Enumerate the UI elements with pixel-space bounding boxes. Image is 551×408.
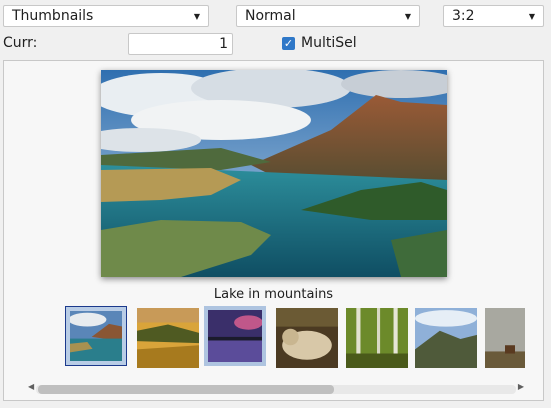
chevron-down-icon: ▼ [193, 11, 200, 21]
chevron-down-icon: ▼ [528, 11, 535, 21]
thumbnail-1[interactable] [65, 306, 127, 366]
chevron-down-icon: ▼ [404, 11, 411, 21]
current-label: Curr: [3, 35, 38, 51]
thumbnail-strip [4, 303, 543, 375]
preview-image[interactable] [101, 70, 447, 277]
scroll-left-icon[interactable]: ◀ [28, 382, 34, 391]
thumbnail-5[interactable] [346, 308, 408, 368]
thumbnail-2[interactable] [137, 308, 199, 368]
view-mode-value: Thumbnails [12, 8, 94, 24]
image-caption: Lake in mountains [213, 287, 334, 302]
thumb-size-value: Normal [245, 8, 296, 24]
thumbnail-7[interactable] [485, 308, 525, 368]
view-mode-dropdown[interactable]: Thumbnails ▼ [3, 5, 209, 27]
multisel-checkbox[interactable]: ✓ MultiSel [282, 35, 357, 51]
gallery-view: Lake in mountains ◀ ▶ [3, 60, 544, 401]
thumb-size-dropdown[interactable]: Normal ▼ [236, 5, 420, 27]
thumbnail-3[interactable] [204, 306, 266, 366]
scroll-right-icon[interactable]: ▶ [518, 382, 524, 391]
current-index-value: 1 [219, 36, 228, 52]
aspect-ratio-dropdown[interactable]: 3:2 ▼ [443, 5, 544, 27]
multisel-label: MultiSel [301, 35, 357, 51]
thumbnail-6[interactable] [415, 308, 477, 368]
horizontal-scrollbar[interactable]: ◀ ▶ [26, 381, 526, 397]
aspect-ratio-value: 3:2 [452, 8, 475, 24]
thumbnail-4[interactable] [276, 308, 338, 368]
current-index-input[interactable]: 1 [128, 33, 233, 55]
checkmark-icon: ✓ [282, 36, 295, 50]
scroll-thumb[interactable] [38, 385, 334, 394]
